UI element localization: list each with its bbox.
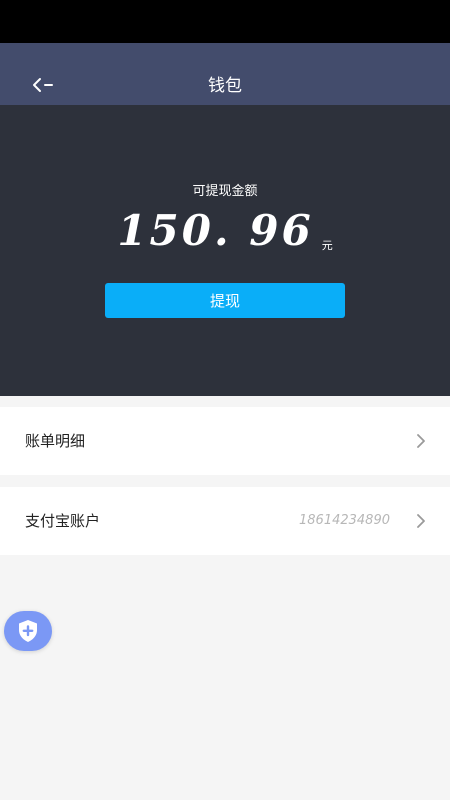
chevron-right-icon — [417, 434, 425, 448]
back-button[interactable] — [28, 73, 58, 97]
alipay-account-label: 支付宝账户 — [25, 512, 101, 530]
page-title: 钱包 — [208, 76, 242, 96]
chevron-right-icon — [417, 514, 425, 528]
back-arrow-icon — [33, 78, 53, 92]
balance-unit: 元 — [321, 239, 333, 252]
alipay-account-row[interactable]: 支付宝账户 18614234890 — [0, 487, 450, 555]
balance-panel: 可提现金额 150. 96 元 提现 — [0, 105, 450, 396]
balance-row: 150. 96 元 — [0, 207, 450, 255]
bill-details-label: 账单明细 — [25, 432, 86, 450]
alipay-account-number: 18614234890 — [299, 513, 390, 528]
status-bar — [0, 0, 450, 43]
balance-label: 可提现金额 — [192, 184, 258, 199]
shield-plus-icon — [19, 620, 37, 642]
balance-amount: 150. 96 — [117, 206, 314, 255]
withdraw-button[interactable]: 提现 — [105, 283, 345, 318]
floating-shield-button[interactable] — [4, 611, 52, 651]
bill-details-row[interactable]: 账单明细 — [0, 407, 450, 475]
nav-bar: 钱包 — [0, 43, 450, 105]
